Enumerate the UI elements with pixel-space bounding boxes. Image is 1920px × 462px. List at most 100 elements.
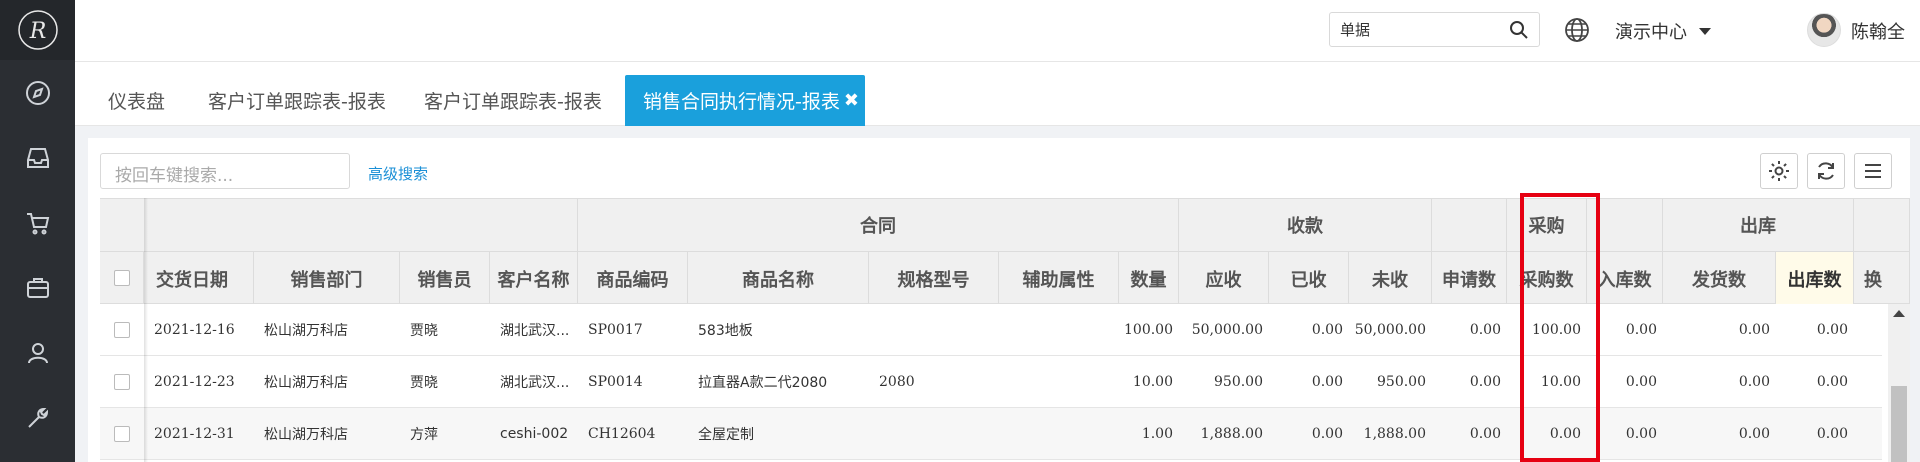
advanced-search-link[interactable]: 高级搜索: [368, 163, 428, 184]
cell-applied-qty: 0.00: [1469, 374, 1501, 390]
cell-delivery-date: 2021-12-23: [154, 374, 235, 390]
cell-aux-attr: [999, 356, 1119, 408]
col-outbound-qty[interactable]: 出库数: [1776, 252, 1854, 305]
row-checkbox[interactable]: [114, 426, 130, 442]
col-product-name[interactable]: 商品名称: [688, 252, 869, 305]
sidebar-item-tools[interactable]: [0, 385, 75, 450]
col-sales-dept[interactable]: 销售部门: [254, 252, 400, 305]
col-aux-attr[interactable]: 辅助属性: [999, 252, 1119, 305]
cell-spec: 2080: [879, 374, 915, 390]
search-value: 单据: [1340, 21, 1371, 39]
table-row[interactable]: 2021-12-23 松山湖万科店 贾晓 湖北武汉... SP0014 拉直器A…: [100, 356, 1882, 408]
cell-receivable: 50,000.00: [1191, 322, 1263, 338]
scroll-thumb[interactable]: [1891, 386, 1907, 462]
cell-outbound-qty: 0.00: [1816, 374, 1848, 390]
col-delivery-date[interactable]: 交货日期: [144, 252, 254, 305]
group-header-empty4: [1854, 199, 1910, 252]
gear-icon: [1769, 161, 1789, 181]
col-salesperson[interactable]: 销售员: [400, 252, 490, 305]
col-shipped-qty[interactable]: 发货数: [1663, 252, 1776, 305]
center-label: 演示中心: [1615, 22, 1687, 43]
sidebar-item-cart[interactable]: [0, 190, 75, 255]
cell-delivery-date: 2021-12-16: [154, 322, 235, 338]
cell-received: 0.00: [1311, 322, 1343, 338]
top-header: 单据 演示中心 陈翰全 ?: [75, 0, 1920, 62]
sidebar-item-briefcase[interactable]: [0, 255, 75, 320]
table-row[interactable]: 2021-12-31 松山湖万科店 方萍 ceshi-002 CH12604 全…: [100, 408, 1882, 460]
cell-sales-dept: 松山湖万科店: [264, 375, 348, 391]
user-icon: [27, 342, 48, 363]
refresh-button[interactable]: [1807, 153, 1845, 189]
cell-product-code: SP0017: [588, 322, 643, 338]
col-unreceived[interactable]: 未收: [1349, 252, 1432, 305]
keyword-search-input[interactable]: 按回车键搜索...: [100, 153, 350, 189]
vertical-scrollbar[interactable]: [1888, 304, 1910, 462]
cell-salesperson: 贾晓: [410, 375, 438, 391]
menu-button[interactable]: [1854, 153, 1892, 189]
tab-order-tracking-2[interactable]: 客户订单跟踪表-报表: [424, 75, 602, 126]
cell-receivable: 1,888.00: [1200, 426, 1263, 442]
center-dropdown[interactable]: 演示中心: [1615, 18, 1711, 44]
col-customer[interactable]: 客户名称: [490, 252, 578, 305]
search-icon[interactable]: [1509, 20, 1529, 40]
cell-product-name: 拉直器A款二代2080: [698, 375, 828, 391]
cell-applied-qty: 0.00: [1469, 426, 1501, 442]
svg-text:R: R: [28, 19, 46, 44]
user-name[interactable]: 陈翰全: [1851, 18, 1905, 44]
scroll-up-icon[interactable]: [1893, 310, 1905, 317]
cell-outbound-qty: 0.00: [1816, 426, 1848, 442]
sidebar-item-inbox[interactable]: [0, 125, 75, 190]
chevron-down-icon: [1699, 27, 1711, 35]
frozen-column-shadow: [144, 198, 148, 462]
col-spec[interactable]: 规格型号: [869, 252, 999, 305]
col-quantity[interactable]: 数量: [1119, 252, 1179, 305]
cell-spec: [869, 408, 999, 460]
cell-received: 0.00: [1311, 374, 1343, 390]
col-applied-qty[interactable]: 申请数: [1432, 252, 1507, 305]
sidebar-item-user[interactable]: [0, 320, 75, 385]
tab-label: 客户订单跟踪表-报表: [208, 91, 386, 113]
cell-aux-attr: [999, 408, 1119, 460]
sidebar: R: [0, 0, 75, 462]
cell-customer: ceshi-002: [500, 426, 569, 442]
col-exchange[interactable]: 换: [1854, 252, 1910, 305]
col-received[interactable]: 已收: [1269, 252, 1349, 305]
row-checkbox[interactable]: [114, 322, 130, 338]
group-header-empty: [100, 199, 578, 252]
logo-icon: R: [17, 10, 58, 50]
wrench-icon: [27, 407, 48, 428]
cell-sales-dept: 松山湖万科店: [264, 323, 348, 339]
report-panel: 按回车键搜索... 高级搜索 合同 收款 采购 出库 交货日期 销售部门 销售员…: [88, 138, 1910, 462]
select-all-checkbox[interactable]: [114, 270, 130, 286]
col-receivable[interactable]: 应收: [1179, 252, 1269, 305]
tab-order-tracking-1[interactable]: 客户订单跟踪表-报表: [208, 75, 386, 126]
close-icon[interactable]: ✖: [844, 90, 859, 111]
group-header-empty2: [1432, 199, 1507, 252]
cell-sales-dept: 松山湖万科店: [264, 427, 348, 443]
cell-received: 0.00: [1311, 426, 1343, 442]
tab-sales-contract[interactable]: 销售合同执行情况-报表 ✖: [625, 75, 865, 126]
cell-receivable: 950.00: [1214, 374, 1263, 390]
cell-customer: 湖北武汉...: [500, 375, 570, 391]
tab-dashboard[interactable]: 仪表盘: [108, 75, 165, 126]
cell-delivery-date: 2021-12-31: [154, 426, 235, 442]
group-header-receipt: 收款: [1179, 199, 1432, 252]
sidebar-item-compass[interactable]: [0, 60, 75, 125]
tab-label: 销售合同执行情况-报表: [643, 91, 840, 113]
cell-spec: [869, 304, 999, 356]
tab-bar: 仪表盘 客户订单跟踪表-报表 客户订单跟踪表-报表 销售合同执行情况-报表 ✖: [75, 62, 1920, 126]
settings-button[interactable]: [1760, 153, 1798, 189]
cell-unreceived: 950.00: [1377, 374, 1426, 390]
cell-product-name: 全屋定制: [698, 427, 754, 443]
avatar[interactable]: [1807, 13, 1841, 47]
data-table: 合同 收款 采购 出库 交货日期 销售部门 销售员 客户名称 商品编码 商品名称…: [100, 198, 1910, 462]
inbox-icon: [26, 147, 49, 168]
globe-icon[interactable]: [1562, 15, 1592, 45]
col-product-code[interactable]: 商品编码: [578, 252, 688, 305]
table-row[interactable]: 2021-12-16 松山湖万科店 贾晓 湖北武汉... SP0017 583地…: [100, 304, 1882, 356]
cell-shipped-qty: 0.00: [1738, 322, 1770, 338]
row-checkbox[interactable]: [114, 374, 130, 390]
tab-label: 客户订单跟踪表-报表: [424, 91, 602, 113]
group-header-outbound: 出库: [1663, 199, 1854, 252]
global-search-input[interactable]: 单据: [1329, 12, 1540, 47]
